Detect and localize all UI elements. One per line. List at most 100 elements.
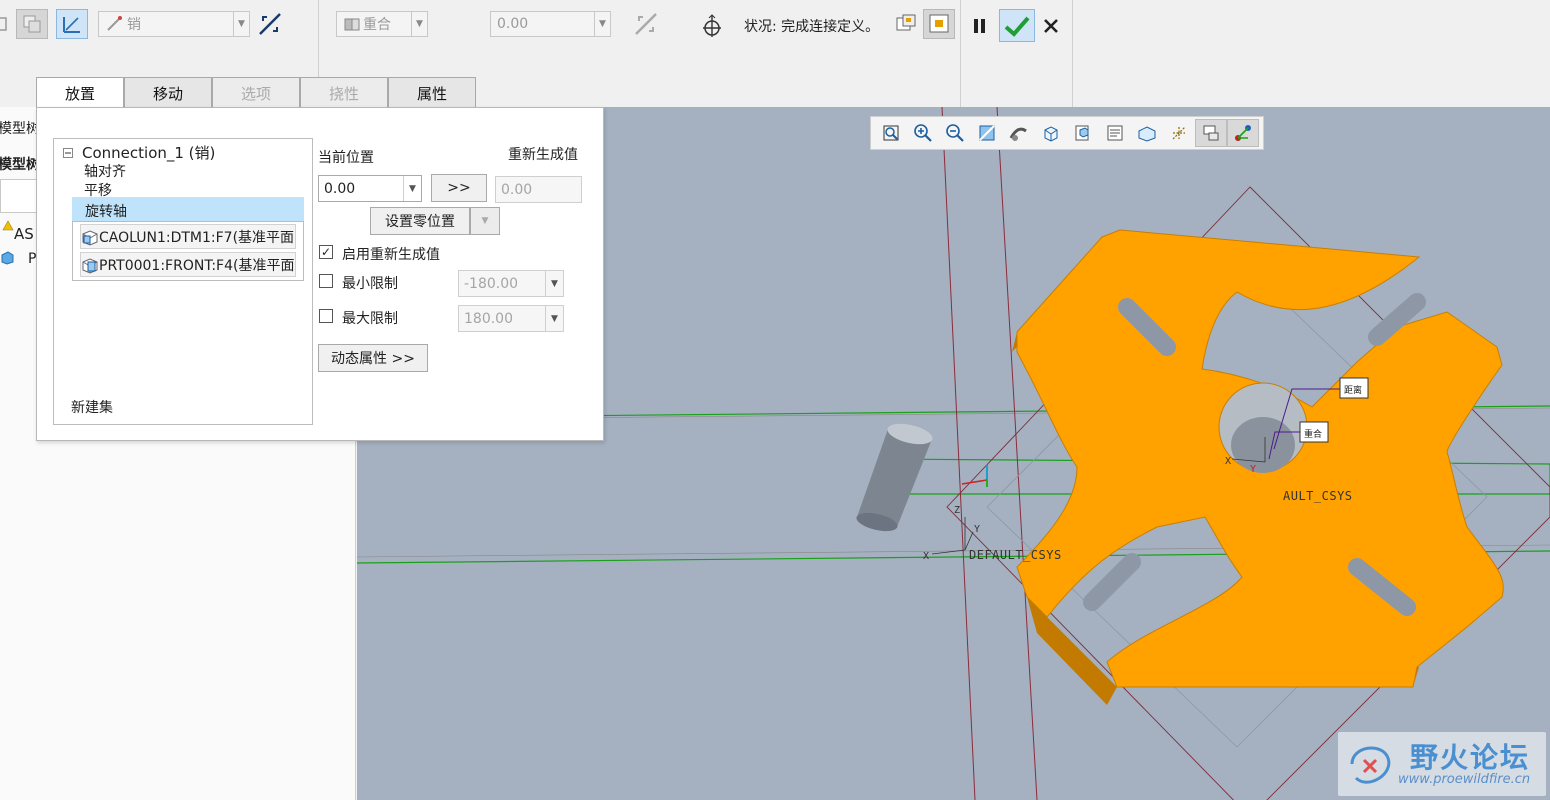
max-limit-checkbox[interactable] bbox=[319, 309, 333, 323]
watermark-title: 野火论坛 bbox=[1410, 741, 1531, 774]
constraint-axis-align[interactable]: 轴对齐 bbox=[84, 161, 126, 181]
min-limit-input: -180.00 ▼ bbox=[458, 270, 564, 297]
ribbon-separator bbox=[960, 0, 961, 107]
max-limit-input: 180.00 ▼ bbox=[458, 305, 564, 332]
chevron-down-icon[interactable]: ▼ bbox=[233, 12, 249, 36]
min-limit-value: -180.00 bbox=[464, 275, 519, 292]
warning-icon bbox=[2, 219, 14, 235]
set-zero-button[interactable]: 设置零位置 bbox=[370, 207, 470, 235]
copy-icon[interactable] bbox=[16, 9, 48, 39]
assembly-window-icon[interactable] bbox=[923, 9, 955, 39]
connection-type-value: 销 bbox=[127, 17, 141, 33]
connection-sets-list: Connection_1 (销) 轴对齐 平移 bbox=[53, 138, 313, 425]
flip-direction-icon[interactable] bbox=[254, 9, 286, 39]
dynamic-properties-button[interactable]: 动态属性 >> bbox=[318, 344, 428, 372]
svg-text:Z: Z bbox=[954, 505, 960, 516]
spin-center-icon[interactable] bbox=[1003, 119, 1035, 147]
copy-to-regen-button[interactable]: >> bbox=[431, 174, 487, 202]
offset-input[interactable]: 0.00 ▼ bbox=[490, 11, 611, 37]
tab-properties[interactable]: 属性 bbox=[388, 77, 476, 108]
zoom-in-icon[interactable] bbox=[907, 119, 939, 147]
current-position-label: 当前位置 bbox=[318, 150, 374, 166]
chevron-down-icon[interactable]: ▼ bbox=[594, 12, 610, 36]
forum-watermark: 野火论坛 www.proewildfire.cn bbox=[1338, 732, 1546, 796]
max-limit-value: 180.00 bbox=[464, 310, 513, 327]
constraint-type-value: 重合 bbox=[363, 17, 391, 33]
svg-text:Y: Y bbox=[974, 524, 980, 535]
connection-type-select[interactable]: 销 ▼ bbox=[98, 11, 250, 37]
reference-item[interactable]: CAOLUN1:DTM1:F7(基准平面) bbox=[80, 224, 296, 249]
new-set-link[interactable]: 新建集 bbox=[71, 397, 113, 417]
watermark-url: www.proewildfire.cn bbox=[1398, 772, 1531, 787]
chevron-down-icon[interactable]: ▼ bbox=[403, 176, 421, 201]
chevron-down-icon: ▼ bbox=[470, 207, 500, 235]
part-csys-label: AULT_CSYS bbox=[1283, 489, 1353, 503]
default-csys-label: DEFAULT_CSYS bbox=[969, 548, 1062, 562]
saved-views-icon[interactable] bbox=[1067, 119, 1099, 147]
regen-value-label: 重新生成值 bbox=[508, 147, 578, 163]
reference-label: PRT0001:FRONT:F4(基准平面) bbox=[99, 257, 296, 274]
constraint-type-select[interactable]: 重合 ▼ bbox=[336, 11, 428, 37]
accept-button[interactable] bbox=[999, 9, 1035, 42]
perspective-icon[interactable] bbox=[1131, 119, 1163, 147]
datum-display-icon[interactable] bbox=[1163, 119, 1195, 147]
connection-display-icon[interactable] bbox=[1227, 119, 1259, 147]
datum-plane-icon bbox=[81, 256, 99, 274]
current-position-input[interactable]: 0.00 ▼ bbox=[318, 175, 422, 202]
collapse-icon[interactable] bbox=[63, 146, 73, 162]
model-tree-search[interactable] bbox=[0, 179, 40, 213]
model-tree-tab[interactable]: 模型树 bbox=[0, 118, 40, 138]
status-label: 状况: 完成连接定义。 bbox=[744, 19, 880, 35]
min-limit-label: 最小限制 bbox=[342, 276, 398, 292]
regen-value-input: 0.00 bbox=[495, 176, 582, 203]
move-component-icon[interactable] bbox=[696, 11, 728, 41]
checkmark-icon bbox=[1004, 16, 1030, 37]
cancel-button[interactable] bbox=[1035, 11, 1067, 41]
enable-regen-checkbox[interactable]: ✓ bbox=[319, 245, 333, 259]
pause-icon[interactable] bbox=[964, 11, 996, 41]
separate-window-icon[interactable] bbox=[890, 9, 922, 39]
svg-text:Y: Y bbox=[1250, 464, 1256, 475]
display-style-icon[interactable] bbox=[1035, 119, 1067, 147]
model-tree-header: 模型树 bbox=[0, 157, 40, 173]
current-position-value: 0.00 bbox=[324, 180, 356, 197]
forum-logo-icon bbox=[1350, 746, 1391, 784]
orange-part[interactable] bbox=[1012, 229, 1504, 705]
coincident-tag-label: 重合 bbox=[1304, 430, 1323, 440]
references-box: CAOLUN1:DTM1:F7(基准平面) PRT0001:FRONT:F4(基… bbox=[72, 221, 304, 281]
repaint-icon[interactable] bbox=[971, 119, 1003, 147]
tab-flexibility: 挠性 bbox=[300, 77, 388, 108]
chevron-down-icon: ▼ bbox=[545, 271, 563, 296]
tab-move[interactable]: 移动 bbox=[124, 77, 212, 108]
enable-regen-label: 启用重新生成值 bbox=[342, 247, 440, 263]
placement-constraint-icon[interactable] bbox=[56, 9, 88, 39]
svg-text:X: X bbox=[923, 551, 929, 562]
ribbon-separator bbox=[1072, 0, 1073, 107]
tab-options: 选项 bbox=[212, 77, 300, 108]
part-icon bbox=[0, 251, 14, 269]
refit-icon[interactable] bbox=[875, 119, 907, 147]
offset-value: 0.00 bbox=[497, 16, 529, 32]
flip-offset-icon[interactable] bbox=[630, 9, 662, 39]
reference-item[interactable]: PRT0001:FRONT:F4(基准平面) bbox=[80, 252, 296, 277]
reference-label: CAOLUN1:DTM1:F7(基准平面) bbox=[99, 229, 296, 246]
chevron-down-icon[interactable]: ▼ bbox=[411, 12, 427, 36]
coincident-icon bbox=[344, 18, 360, 31]
graphics-toolbar bbox=[870, 116, 1264, 150]
connection-set-title[interactable]: Connection_1 (销) bbox=[82, 142, 215, 163]
tab-placement[interactable]: 放置 bbox=[36, 77, 124, 109]
constraint-rotation-axis[interactable]: 旋转轴 bbox=[85, 201, 127, 221]
chevron-down-icon: ▼ bbox=[545, 306, 563, 331]
placement-panel: Connection_1 (销) 轴对齐 平移 旋转轴 CAOLUN1:DTM1… bbox=[36, 107, 604, 441]
view-manager-icon[interactable] bbox=[1099, 119, 1131, 147]
close-icon bbox=[1044, 19, 1058, 33]
svg-text:X: X bbox=[1225, 456, 1231, 467]
pin-cylinder[interactable] bbox=[855, 420, 935, 534]
zoom-out-icon[interactable] bbox=[939, 119, 971, 147]
pin-icon bbox=[107, 16, 122, 31]
tree-item-assembly[interactable]: AS bbox=[14, 225, 34, 243]
distance-tag-label: 距离 bbox=[1344, 386, 1363, 396]
annotation-display-icon[interactable] bbox=[1195, 119, 1227, 147]
min-limit-checkbox[interactable] bbox=[319, 274, 333, 288]
regen-value: 0.00 bbox=[501, 181, 533, 198]
